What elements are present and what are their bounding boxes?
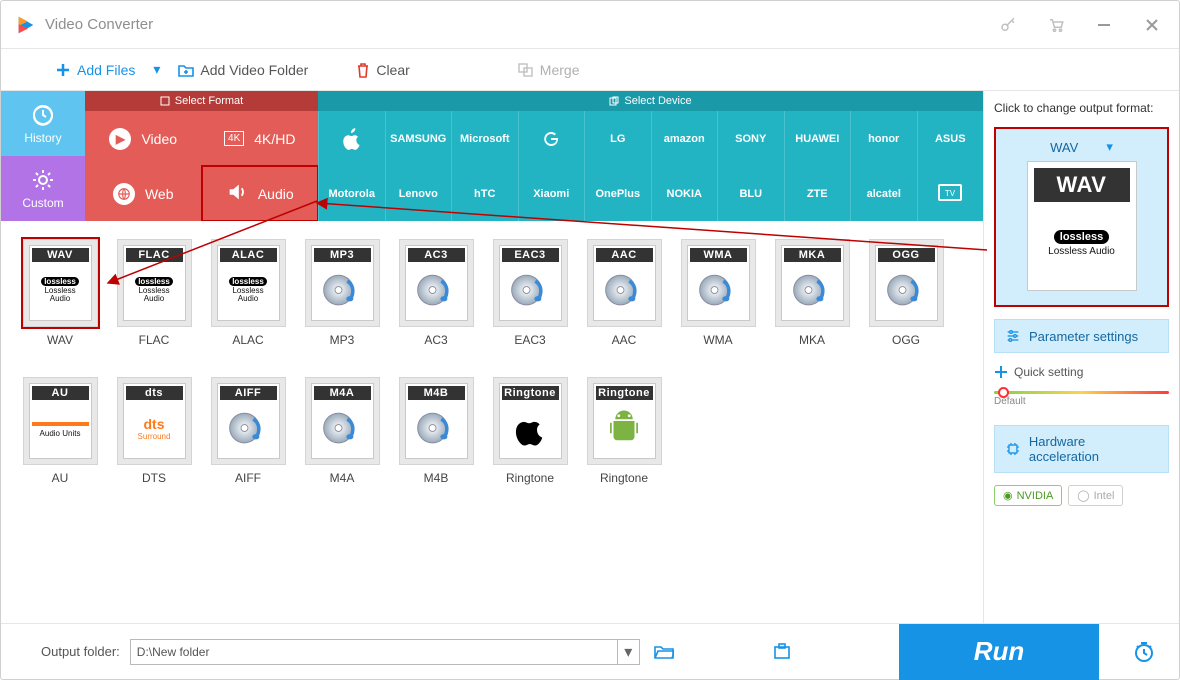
device-asus[interactable]: ASUS: [917, 111, 984, 166]
fourk-icon: 4K: [224, 131, 244, 146]
minimize-button[interactable]: [1091, 12, 1117, 38]
cart-icon[interactable]: [1043, 12, 1069, 38]
toolbar: Add Files ▾ Add Video Folder Clear Merge: [1, 49, 1179, 91]
open-folder-button[interactable]: [650, 639, 678, 665]
merge-button: Merge: [518, 62, 580, 78]
format-web[interactable]: Web: [85, 166, 202, 221]
quality-slider[interactable]: Default: [994, 391, 1169, 413]
format-tile-mp3[interactable]: MP3MP3: [297, 239, 387, 347]
device-apple[interactable]: [318, 111, 385, 166]
right-panel: Click to change output format: WAV ▾ WAV…: [983, 91, 1179, 623]
format-tile-ringtone[interactable]: RingtoneRingtone: [485, 377, 575, 485]
svg-text:TV: TV: [945, 189, 956, 198]
title-bar: Video Converter: [1, 1, 1179, 49]
preview-thumb: WAV lossless Lossless Audio: [1027, 161, 1137, 291]
output-folder-label: Output folder:: [41, 644, 120, 659]
device-nokia[interactable]: NOKIA: [651, 166, 718, 221]
device-alcatel[interactable]: alcatel: [850, 166, 917, 221]
intel-chip[interactable]: ◯Intel: [1068, 485, 1123, 506]
clear-label: Clear: [376, 62, 409, 78]
preview-code: WAV: [1050, 140, 1078, 155]
history-label: History: [24, 131, 61, 145]
parameter-settings-button[interactable]: Parameter settings: [994, 319, 1169, 353]
device-sony[interactable]: SONY: [717, 111, 784, 166]
quick-setting-label: Quick setting: [1014, 365, 1083, 379]
intel-icon: ◯: [1077, 489, 1089, 502]
speaker-icon: [226, 181, 248, 206]
merge-label: Merge: [540, 62, 580, 78]
output-format-title: Click to change output format:: [994, 101, 1169, 115]
device-xiaomi[interactable]: Xiaomi: [518, 166, 585, 221]
format-tile-aac[interactable]: AACAAC: [579, 239, 669, 347]
footer: Output folder: ▾ Run: [1, 623, 1179, 679]
format-tile-wav[interactable]: WAVlosslessLosslessAudioWAV: [15, 239, 105, 347]
format-header: Select Format: [85, 91, 318, 111]
device-amazon[interactable]: amazon: [651, 111, 718, 166]
format-4k[interactable]: 4K 4K/HD: [202, 111, 319, 166]
format-tile-wma[interactable]: WMAWMA: [673, 239, 763, 347]
device-header: Select Device: [318, 91, 983, 111]
format-tile-m4b[interactable]: M4BM4B: [391, 377, 481, 485]
add-files-button[interactable]: Add Files: [55, 62, 135, 78]
globe-icon: [113, 183, 135, 205]
format-tile-aiff[interactable]: AIFFAIFF: [203, 377, 293, 485]
device-huawei[interactable]: HUAWEI: [784, 111, 851, 166]
format-tile-alac[interactable]: ALAClosslessLosslessAudioALAC: [203, 239, 293, 347]
format-tiles: WAVlosslessLosslessAudioWAVFLAClosslessL…: [1, 221, 983, 623]
device-samsung[interactable]: SAMSUNG: [385, 111, 452, 166]
timer-button[interactable]: [1109, 624, 1179, 680]
hardware-accel-button[interactable]: Hardware acceleration: [994, 425, 1169, 473]
format-tile-m4a[interactable]: M4AM4A: [297, 377, 387, 485]
snapshot-button[interactable]: [768, 639, 796, 665]
output-folder-dropdown[interactable]: ▾: [617, 640, 639, 664]
key-icon[interactable]: [995, 12, 1021, 38]
format-video[interactable]: ▶ Video: [85, 111, 202, 166]
add-files-dropdown[interactable]: ▾: [153, 61, 160, 78]
output-format-preview[interactable]: WAV ▾ WAV lossless Lossless Audio: [994, 127, 1169, 307]
device-microsoft[interactable]: Microsoft: [451, 111, 518, 166]
format-tile-dts[interactable]: dtsdtsSurroundDTS: [109, 377, 199, 485]
app-title: Video Converter: [45, 16, 153, 33]
add-folder-label: Add Video Folder: [200, 62, 308, 78]
nvidia-chip[interactable]: ◉NVIDIA: [994, 485, 1062, 506]
format-tile-ringtone[interactable]: RingtoneRingtone: [579, 377, 669, 485]
device-lenovo[interactable]: Lenovo: [385, 166, 452, 221]
add-files-label: Add Files: [77, 62, 135, 78]
format-tile-eac3[interactable]: EAC3EAC3: [485, 239, 575, 347]
device-zte[interactable]: ZTE: [784, 166, 851, 221]
format-tile-au[interactable]: AUAudio UnitsAU: [15, 377, 105, 485]
close-button[interactable]: [1139, 12, 1165, 38]
play-icon: ▶: [109, 128, 131, 150]
device-honor[interactable]: honor: [850, 111, 917, 166]
format-tile-mka[interactable]: MKAMKA: [767, 239, 857, 347]
run-button[interactable]: Run: [899, 624, 1099, 680]
clear-button[interactable]: Clear: [356, 62, 409, 78]
app-logo-icon: [15, 14, 37, 36]
device-google[interactable]: [518, 111, 585, 166]
format-tile-ac3[interactable]: AC3AC3: [391, 239, 481, 347]
lossless-sub: Lossless Audio: [1048, 246, 1115, 257]
format-tile-ogg[interactable]: OGGOGG: [861, 239, 951, 347]
lossless-pill: lossless: [1054, 230, 1109, 244]
nvidia-icon: ◉: [1003, 489, 1013, 502]
quick-setting-row: Quick setting: [994, 365, 1169, 379]
hardware-accel-label: Hardware acceleration: [1029, 434, 1158, 464]
history-button[interactable]: History: [1, 91, 85, 156]
output-folder-input[interactable]: ▾: [130, 639, 640, 665]
device-oneplus[interactable]: OnePlus: [584, 166, 651, 221]
device-blu[interactable]: BLU: [717, 166, 784, 221]
custom-label: Custom: [22, 196, 63, 210]
device-htc[interactable]: hTC: [451, 166, 518, 221]
format-audio[interactable]: Audio: [202, 166, 319, 221]
parameter-settings-label: Parameter settings: [1029, 329, 1138, 344]
chevron-down-icon: ▾: [1106, 139, 1113, 155]
custom-button[interactable]: Custom: [1, 156, 85, 221]
device-motorola[interactable]: Motorola: [318, 166, 385, 221]
format-tile-flac[interactable]: FLAClosslessLosslessAudioFLAC: [109, 239, 199, 347]
device-lg[interactable]: LG: [584, 111, 651, 166]
category-row: History Custom Select Format ▶: [1, 91, 983, 221]
output-folder-field[interactable]: [131, 640, 617, 664]
device-tv[interactable]: TV: [917, 166, 984, 221]
add-folder-button[interactable]: Add Video Folder: [178, 62, 308, 78]
